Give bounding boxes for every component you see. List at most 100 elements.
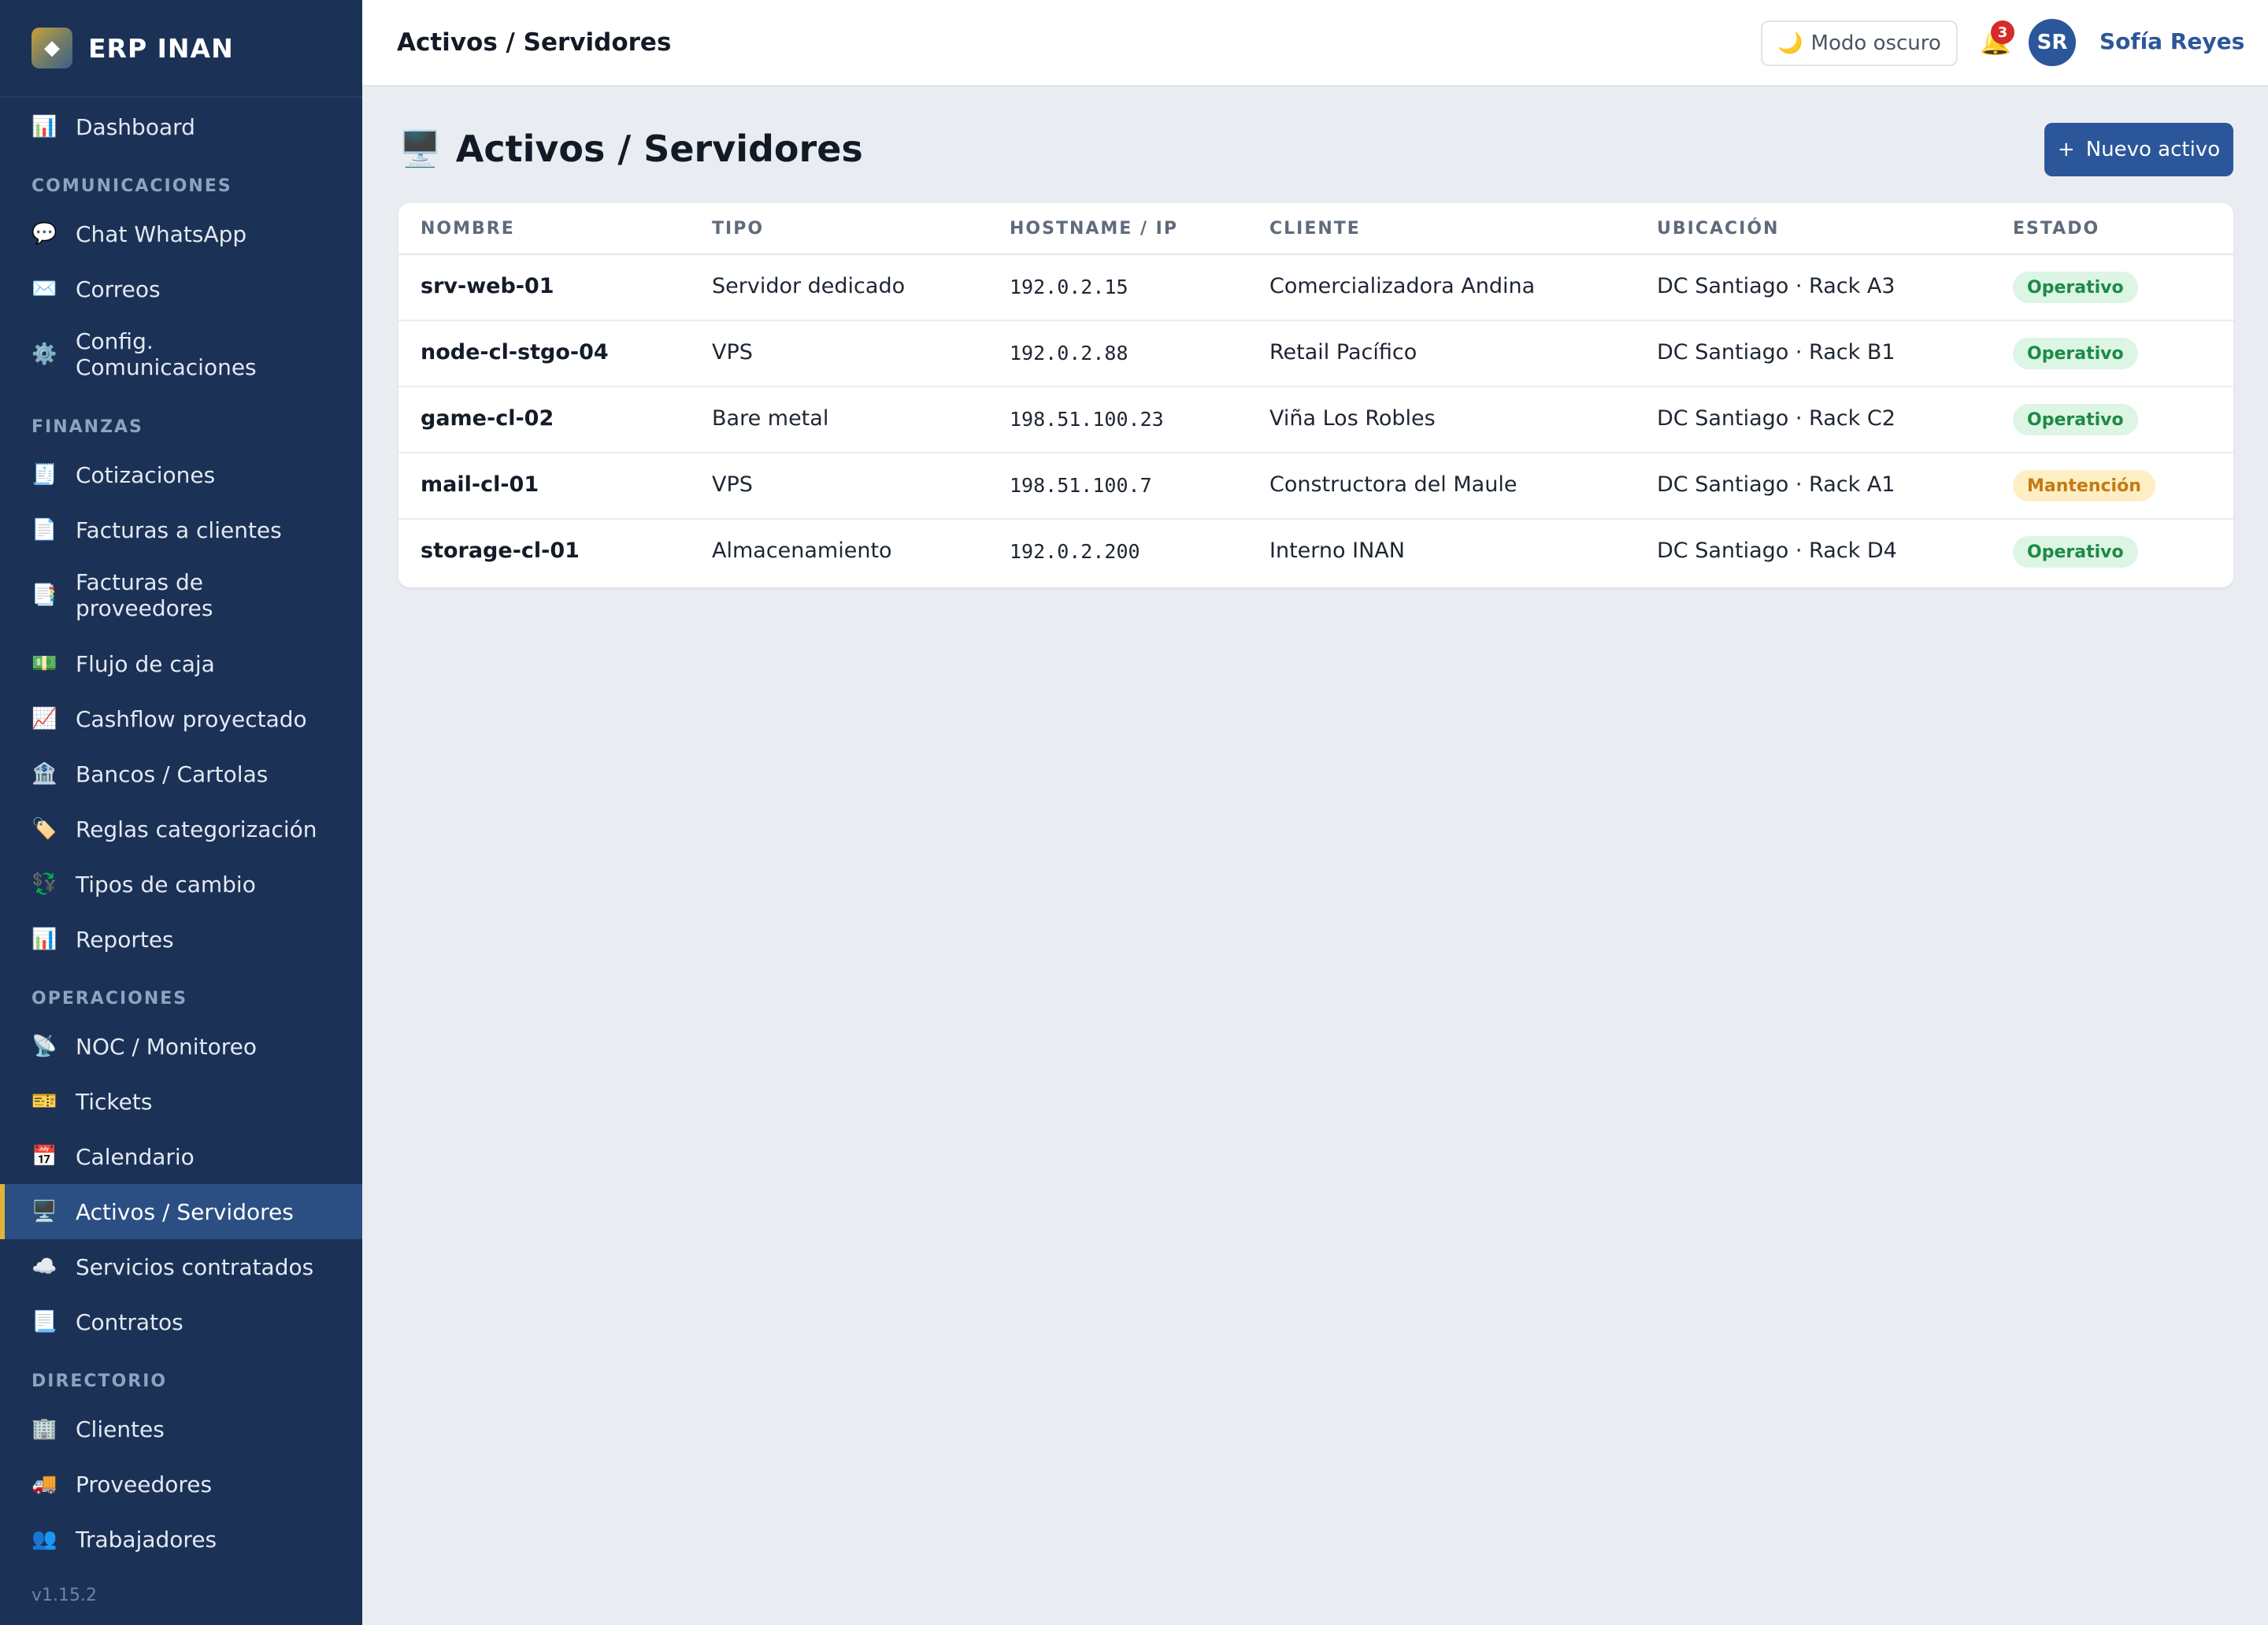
cell-ubicacion: DC Santiago · Rack C2 <box>1657 406 1896 431</box>
section-comunicaciones: COMUNICACIONES <box>32 176 232 196</box>
sidebar-item-tipos-cambio[interactable]: 💱 Tipos de cambio <box>0 857 362 912</box>
sidebar-item-trabajadores[interactable]: 👥 Trabajadores <box>0 1512 362 1567</box>
moon-icon: 🌙 <box>1777 31 1803 55</box>
avatar[interactable]: SR <box>2029 19 2076 66</box>
section-finanzas: FINANZAS <box>32 417 143 437</box>
cell-ubicacion: DC Santiago · Rack A3 <box>1657 274 1896 298</box>
sidebar-item-dashboard[interactable]: 📊 Dashboard <box>0 99 362 154</box>
column-header-ubicacion[interactable]: UBICACIÓN <box>1657 219 1779 239</box>
currency-exchange-icon: 💱 <box>32 872 57 896</box>
cell-ubicacion: DC Santiago · Rack D4 <box>1657 539 1897 563</box>
receipt-icon: 🧾 <box>32 463 57 487</box>
sidebar-item-activos-servidores[interactable]: 🖥️ Activos / Servidores <box>0 1184 362 1239</box>
notification-badge: 3 <box>1991 20 2014 44</box>
sidebar-item-bancos-cartolas[interactable]: 🏦 Bancos / Cartolas <box>0 746 362 801</box>
document-icon: 📄 <box>32 518 57 542</box>
user-name[interactable]: Sofía Reyes <box>2099 28 2244 54</box>
app-version: v1.15.2 <box>32 1586 97 1605</box>
chart-up-icon: 📈 <box>32 707 57 731</box>
column-header-hostname[interactable]: HOSTNAME / IP <box>1010 219 1178 239</box>
brand[interactable]: ◆ ERP INAN <box>0 0 362 98</box>
table-row[interactable]: srv-web-01 Servidor dedicado 192.0.2.15 … <box>398 255 2233 321</box>
sidebar-item-label: Servicios contratados <box>76 1253 314 1280</box>
breadcrumb: Activos / Servidores <box>397 28 672 57</box>
column-header-cliente[interactable]: CLIENTE <box>1269 219 1361 239</box>
status-badge: Operativo <box>2013 536 2138 568</box>
bar-chart-icon: 📊 <box>32 927 57 951</box>
sidebar-item-calendario[interactable]: 📅 Calendario <box>0 1129 362 1184</box>
satellite-icon: 📡 <box>32 1035 57 1058</box>
sidebar-item-flujo-caja[interactable]: 💵 Flujo de caja <box>0 636 362 691</box>
sidebar-item-label: Facturas de proveedores <box>76 569 213 621</box>
sidebar-item-cotizaciones[interactable]: 🧾 Cotizaciones <box>0 447 362 502</box>
dark-mode-button[interactable]: 🌙 Modo oscuro <box>1761 20 1958 66</box>
sidebar-item-config-comunicaciones[interactable]: ⚙️ Config. Comunicaciones <box>0 318 362 391</box>
sidebar-item-label: Chat WhatsApp <box>76 220 247 247</box>
sidebar-item-facturas-clientes[interactable]: 📄 Facturas a clientes <box>0 502 362 557</box>
new-asset-button[interactable]: + Nuevo activo <box>2044 123 2233 176</box>
sidebar-item-label: Config. Comunicaciones <box>76 328 257 380</box>
sidebar-item-label: Reportes <box>76 926 174 953</box>
contract-icon: 📃 <box>32 1310 57 1334</box>
cell-nombre[interactable]: node-cl-stgo-04 <box>421 340 609 365</box>
cell-cliente: Retail Pacífico <box>1269 340 1418 365</box>
bank-icon: 🏦 <box>32 762 57 786</box>
sidebar-item-chat-whatsapp[interactable]: 💬 Chat WhatsApp <box>0 206 362 261</box>
cell-hostname: 198.51.100.7 <box>1010 474 1152 497</box>
sidebar-item-contratos[interactable]: 📃 Contratos <box>0 1294 362 1349</box>
sidebar-item-correos[interactable]: ✉️ Correos <box>0 261 362 316</box>
sidebar-item-facturas-proveedores[interactable]: 📑 Facturas de proveedores <box>0 559 362 631</box>
cell-tipo: Bare metal <box>712 406 829 431</box>
sidebar-item-label: Calendario <box>76 1143 195 1170</box>
status-badge: Operativo <box>2013 404 2138 435</box>
cell-cliente: Constructora del Maule <box>1269 472 1518 497</box>
ticket-icon: 🎫 <box>32 1090 57 1113</box>
desktop-icon: 🖥️ <box>32 1200 57 1223</box>
sidebar-item-tickets[interactable]: 🎫 Tickets <box>0 1074 362 1129</box>
sidebar-item-label: Bancos / Cartolas <box>76 761 269 787</box>
cell-ubicacion: DC Santiago · Rack A1 <box>1657 472 1896 497</box>
cell-nombre[interactable]: storage-cl-01 <box>421 539 580 563</box>
column-header-nombre[interactable]: NOMBRE <box>421 219 515 239</box>
cell-nombre[interactable]: mail-cl-01 <box>421 472 539 497</box>
sidebar-item-label: NOC / Monitoreo <box>76 1033 257 1060</box>
section-directorio: DIRECTORIO <box>32 1371 168 1391</box>
status-badge: Operativo <box>2013 272 2138 303</box>
sidebar-item-label: Cashflow proyectado <box>76 705 307 732</box>
cell-nombre[interactable]: game-cl-02 <box>421 406 554 431</box>
sidebar-item-noc-monitoreo[interactable]: 📡 NOC / Monitoreo <box>0 1019 362 1074</box>
topbar: Activos / Servidores 🌙 Modo oscuro 🔔 3 S… <box>362 0 2268 87</box>
cell-tipo: VPS <box>712 472 753 497</box>
sidebar-item-reportes[interactable]: 📊 Reportes <box>0 912 362 967</box>
cell-nombre[interactable]: srv-web-01 <box>421 274 554 298</box>
sidebar-item-label: Flujo de caja <box>76 650 215 677</box>
column-header-estado[interactable]: ESTADO <box>2013 219 2099 239</box>
dark-mode-label: Modo oscuro <box>1810 31 1941 55</box>
desktop-icon: 🖥️ <box>398 129 442 169</box>
status-badge: Mantención <box>2013 470 2155 502</box>
cell-ubicacion: DC Santiago · Rack B1 <box>1657 340 1896 365</box>
gear-icon: ⚙️ <box>32 342 57 366</box>
building-icon: 🏢 <box>32 1417 57 1441</box>
sidebar-item-label: Correos <box>76 276 161 302</box>
cell-cliente: Interno INAN <box>1269 539 1405 563</box>
table-row[interactable]: node-cl-stgo-04 VPS 192.0.2.88 Retail Pa… <box>398 321 2233 387</box>
table-row[interactable]: storage-cl-01 Almacenamiento 192.0.2.200… <box>398 520 2233 586</box>
mail-icon: ✉️ <box>32 277 57 301</box>
table-row[interactable]: mail-cl-01 VPS 198.51.100.7 Constructora… <box>398 453 2233 520</box>
calendar-icon: 📅 <box>32 1145 57 1168</box>
section-operaciones: OPERACIONES <box>32 989 188 1009</box>
cloud-icon: ☁️ <box>32 1255 57 1279</box>
table-row[interactable]: game-cl-02 Bare metal 198.51.100.23 Viña… <box>398 387 2233 453</box>
sidebar-item-servicios-contratados[interactable]: ☁️ Servicios contratados <box>0 1239 362 1294</box>
sidebar-item-clientes[interactable]: 🏢 Clientes <box>0 1401 362 1457</box>
status-badge: Operativo <box>2013 338 2138 369</box>
sidebar: ◆ ERP INAN 📊 Dashboard COMUNICACIONES 💬 … <box>0 0 362 1625</box>
sidebar-item-proveedores[interactable]: 🚚 Proveedores <box>0 1457 362 1512</box>
cell-tipo: Servidor dedicado <box>712 274 906 298</box>
sidebar-item-label: Dashboard <box>76 113 195 140</box>
sidebar-item-cashflow-proyectado[interactable]: 📈 Cashflow proyectado <box>0 691 362 746</box>
sidebar-item-reglas-categorizacion[interactable]: 🏷️ Reglas categorización <box>0 801 362 857</box>
column-header-tipo[interactable]: TIPO <box>712 219 764 239</box>
cell-cliente: Viña Los Robles <box>1269 406 1436 431</box>
